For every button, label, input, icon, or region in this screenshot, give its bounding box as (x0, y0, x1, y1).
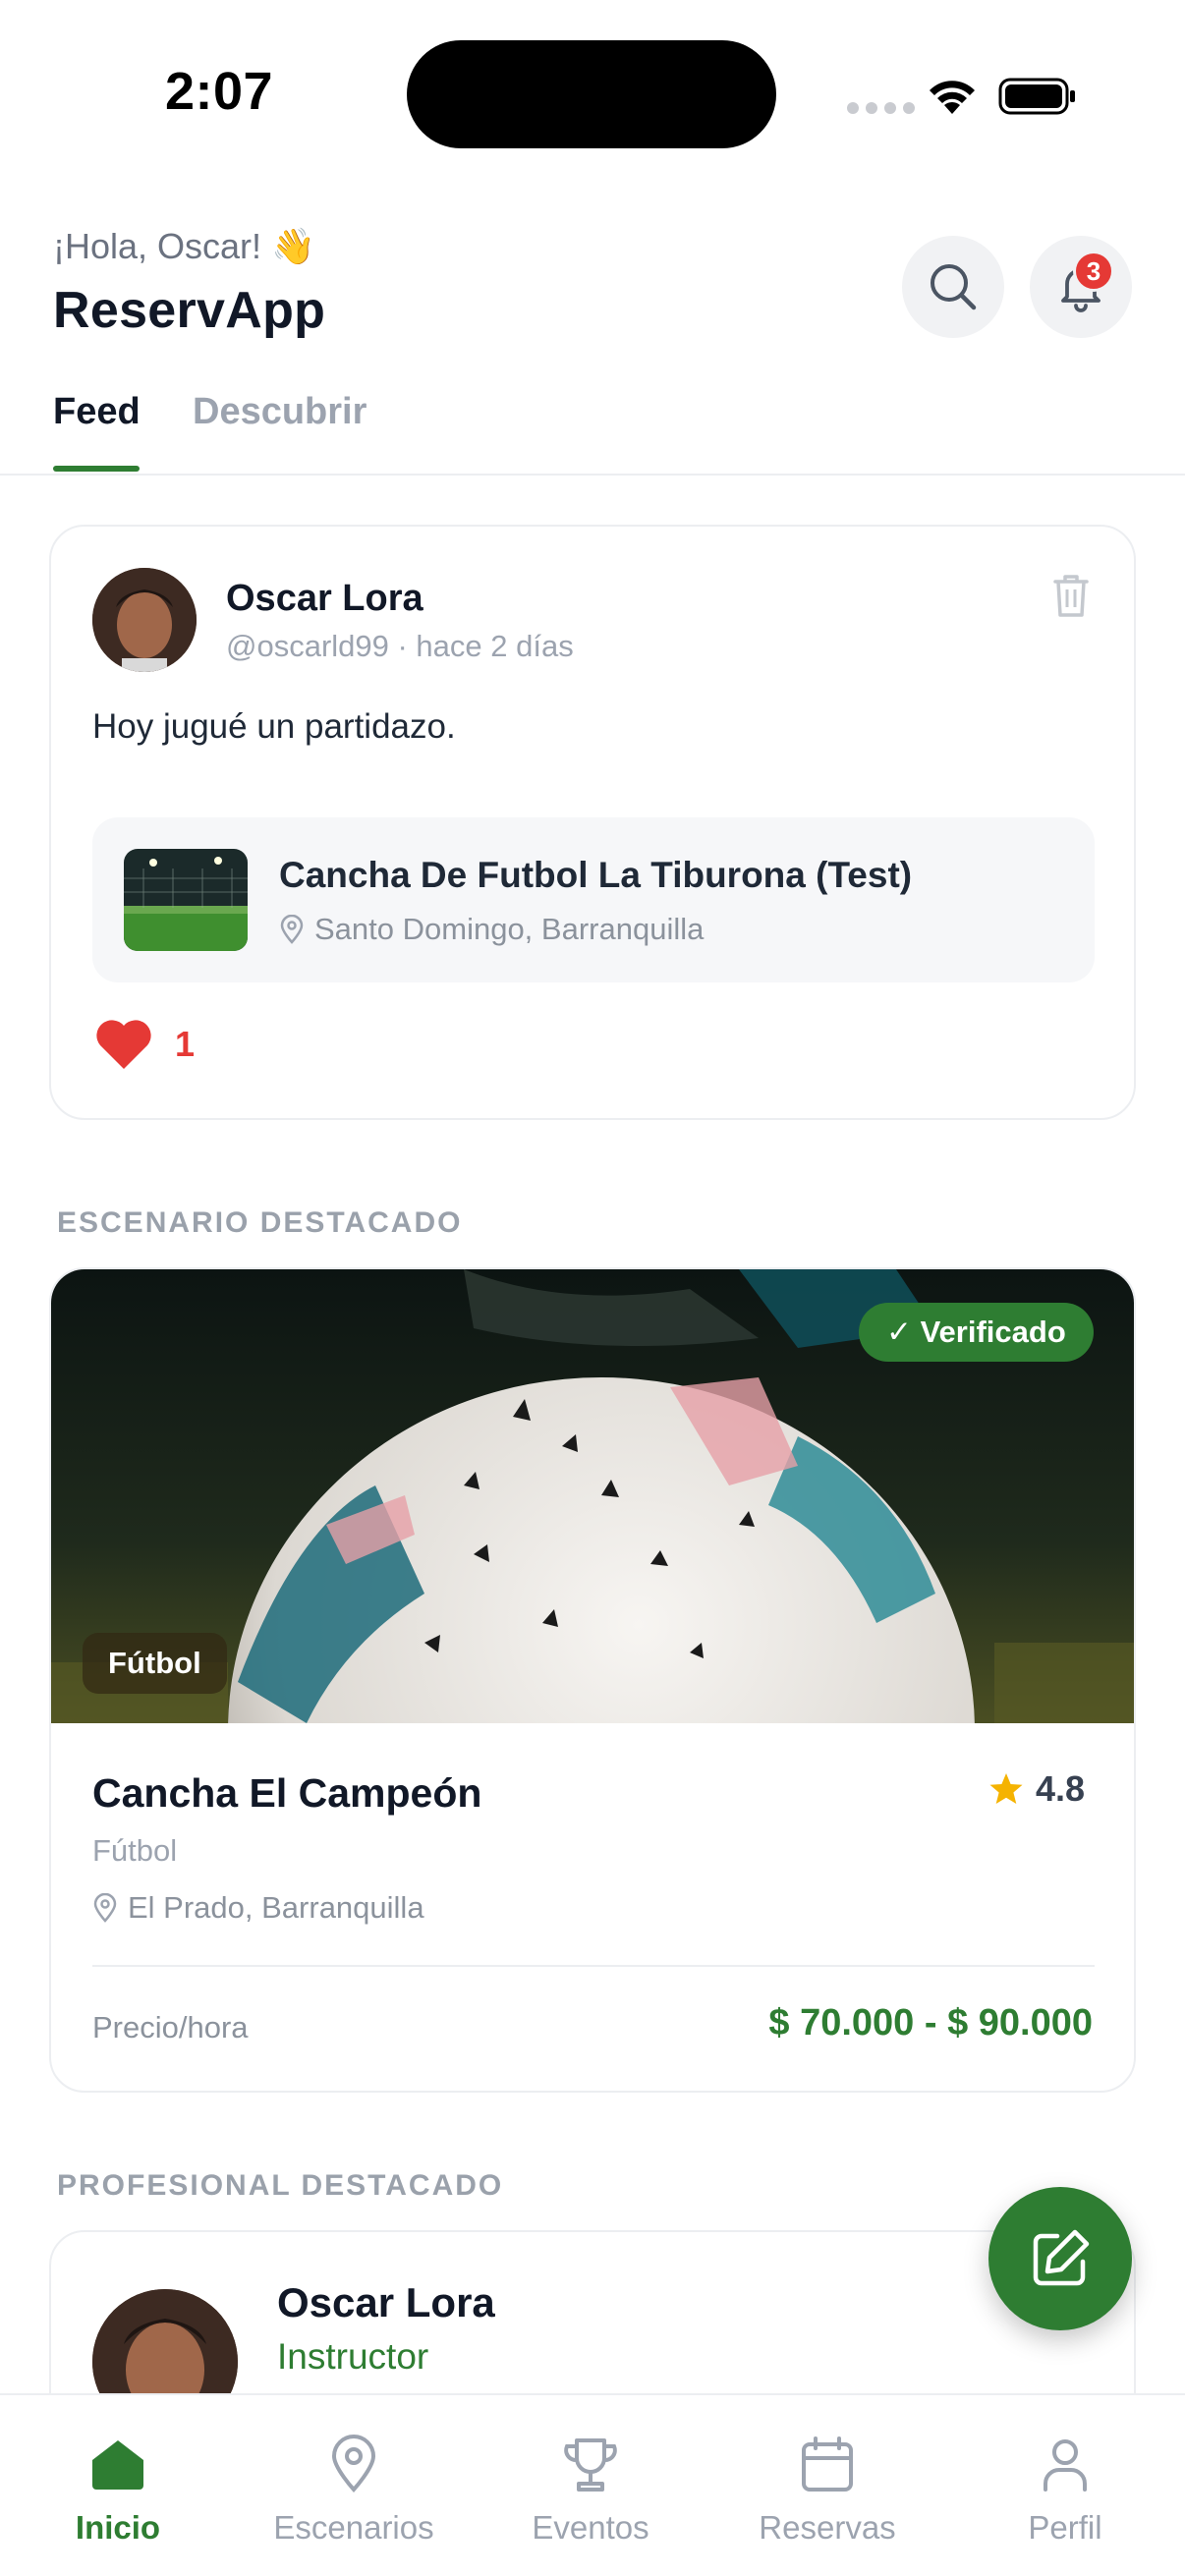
star-icon (989, 1773, 1023, 1804)
featured-venue-location: El Prado, Barranquilla (92, 1890, 424, 1926)
app-title: ReservApp (53, 282, 326, 339)
nav-label: Inicio (75, 2509, 161, 2546)
user-icon (1044, 2439, 1087, 2492)
greeting-text: ¡Hola, Oscar! 👋 (53, 226, 315, 266)
divider (92, 1965, 1095, 1967)
section-label-featured-pro: PROFESIONAL DESTACADO (57, 2169, 504, 2202)
heart-icon (96, 1020, 151, 1069)
post-venue-location-text: Santo Domingo, Barranquilla (314, 912, 705, 946)
nav-label: Eventos (532, 2509, 649, 2546)
feed-tabs: Feed Descubrir (0, 391, 1185, 476)
nav-item-reservas[interactable]: Reservas (719, 2395, 935, 2576)
sport-badge: Fútbol (83, 1633, 227, 1694)
venue-rating: 4.8 (988, 1768, 1085, 1810)
featured-venue-card[interactable]: ✓ Verificado Fútbol Cancha El Campeón 4.… (49, 1267, 1136, 2093)
tab-feed[interactable]: Feed (53, 391, 141, 433)
section-label-featured-venue: ESCENARIO DESTACADO (57, 1206, 463, 1239)
bottom-nav: Inicio Escenarios Eventos Reservas Perfi… (0, 2393, 1185, 2576)
active-tab-indicator (53, 466, 140, 472)
post-text: Hoy jugué un partidazo. (92, 707, 456, 746)
map-pin-icon (280, 915, 304, 944)
price-label: Precio/hora (92, 2010, 249, 2044)
status-bar: 2:07 (0, 0, 1185, 187)
like-count: 1 (175, 1024, 196, 1064)
avatar[interactable] (92, 568, 197, 672)
nav-item-inicio[interactable]: Inicio (10, 2395, 226, 2576)
post-venue-link[interactable]: Cancha De Futbol La Tiburona (Test) Sant… (92, 817, 1095, 982)
venue-thumbnail (124, 849, 248, 951)
nav-label: Escenarios (273, 2509, 434, 2546)
trophy-icon (564, 2438, 617, 2492)
dynamic-island (407, 40, 776, 148)
search-button[interactable] (902, 236, 1004, 338)
status-time: 2:07 (165, 62, 274, 121)
post-venue-location: Santo Domingo, Barranquilla (279, 912, 704, 947)
venue-rating-value: 4.8 (1036, 1768, 1086, 1809)
price-range: $ 70.000 - $ 90.000 (768, 2002, 1093, 2044)
tab-descubrir[interactable]: Descubrir (193, 391, 367, 433)
nav-label: Reservas (759, 2509, 896, 2546)
post-card[interactable]: Oscar Lora @oscarld99 · hace 2 días Hoy … (49, 525, 1136, 1120)
map-pin-icon (331, 2435, 376, 2492)
verified-badge: ✓ Verificado (859, 1303, 1094, 1362)
nav-item-eventos[interactable]: Eventos (482, 2395, 699, 2576)
home-icon (92, 2440, 143, 2490)
nav-item-escenarios[interactable]: Escenarios (246, 2395, 462, 2576)
pro-role: Instructor (277, 2336, 429, 2377)
featured-venue-sport: Fútbol (92, 1833, 178, 1868)
nav-item-perfil[interactable]: Perfil (957, 2395, 1173, 2576)
edit-icon (1033, 2229, 1090, 2286)
post-author-name[interactable]: Oscar Lora (226, 578, 423, 620)
featured-venue-name: Cancha El Campeón (92, 1770, 482, 1816)
notification-badge: 3 (1073, 251, 1114, 292)
search-icon (931, 264, 977, 310)
wifi-icon (930, 81, 975, 114)
pro-name: Oscar Lora (277, 2279, 495, 2325)
battery-icon (998, 78, 1075, 115)
create-post-button[interactable] (988, 2187, 1132, 2330)
cellular-signal-icon (847, 102, 915, 114)
trash-icon[interactable] (1047, 570, 1095, 621)
calendar-icon (802, 2436, 853, 2492)
like-button[interactable]: 1 (94, 1018, 195, 1071)
post-meta: @oscarld99 · hace 2 días (226, 629, 574, 663)
post-venue-name: Cancha De Futbol La Tiburona (Test) (279, 855, 913, 895)
map-pin-icon (93, 1893, 117, 1923)
nav-label: Perfil (1028, 2509, 1102, 2546)
featured-venue-location-text: El Prado, Barranquilla (128, 1890, 424, 1925)
